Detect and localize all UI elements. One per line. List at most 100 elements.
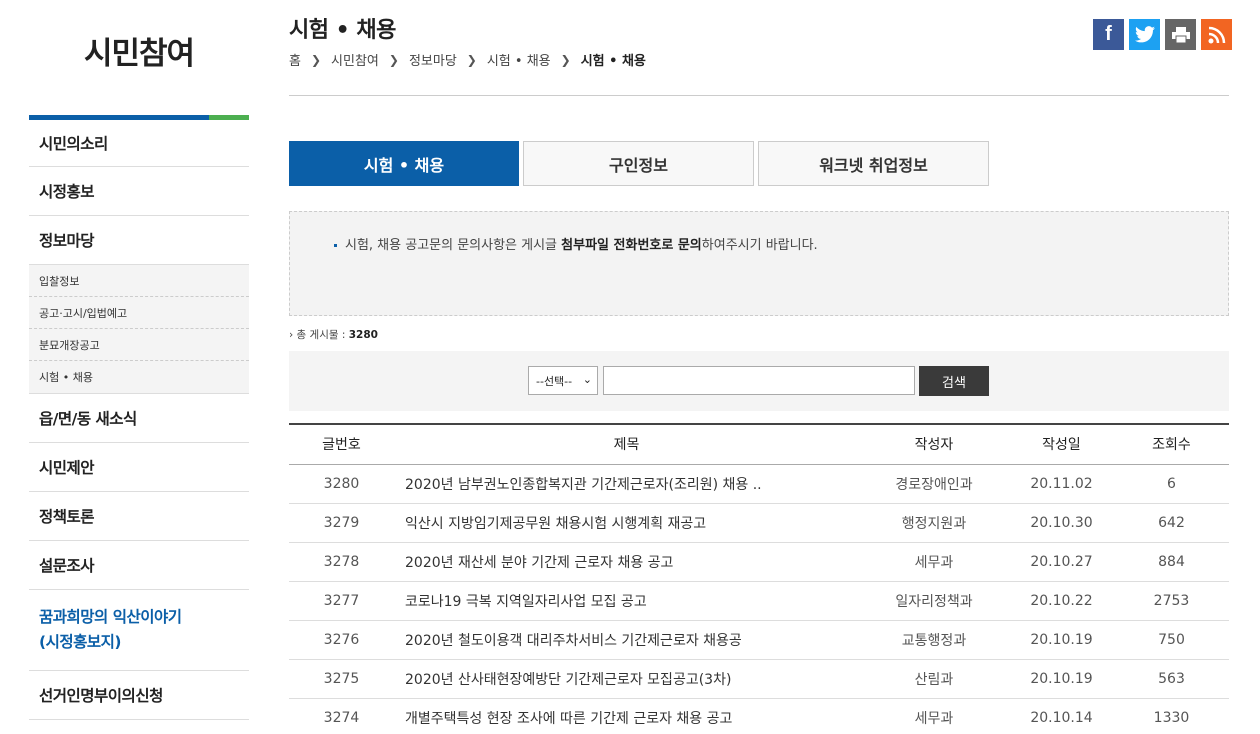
table-header-row: 글번호 제목 작성자 작성일 조회수 bbox=[289, 424, 1229, 464]
sidebar-subitem-recruit[interactable]: 시험 • 채용 bbox=[29, 361, 249, 393]
sidebar-item-survey[interactable]: 설문조사 bbox=[29, 541, 249, 590]
chevron-right-icon: ❯ bbox=[310, 52, 322, 67]
cell-views: 884 bbox=[1158, 553, 1185, 570]
table-row: 3276 2020년 철도이용객 대리주차서비스 기간제근로자 채용공 교통행정… bbox=[289, 620, 1229, 659]
sidebar-item-city-pr[interactable]: 시정홍보 bbox=[29, 167, 249, 216]
cell-title-link[interactable]: 2020년 재산세 분야 기간제 근로자 채용 공고 bbox=[394, 542, 859, 581]
cell-title-link[interactable]: 2020년 산사태현장예방단 기간제근로자 모집공고(3차) bbox=[394, 659, 859, 698]
sidebar-item-citizen-voice[interactable]: 시민의소리 bbox=[29, 120, 249, 167]
column-header-views: 조회수 bbox=[1152, 437, 1191, 454]
rss-icon[interactable] bbox=[1201, 19, 1232, 50]
chevron-right-icon: ❯ bbox=[466, 52, 477, 67]
cell-title-link[interactable]: 코로나19 극복 지역일자리사업 모집 공고 bbox=[394, 581, 859, 620]
sidebar-item-debate[interactable]: 정책토론 bbox=[29, 492, 249, 541]
page-title: 시험 • 채용 bbox=[289, 18, 396, 43]
sidebar-title: 시민참여 bbox=[83, 36, 195, 72]
notice-suffix: 하여주시기 바랍니다. bbox=[701, 238, 818, 253]
cell-author: 교통행정과 bbox=[901, 632, 967, 649]
cell-author: 세무과 bbox=[914, 710, 954, 727]
cell-author: 일자리정책과 bbox=[895, 593, 973, 610]
breadcrumb-citizen[interactable]: 시민참여 bbox=[331, 50, 379, 69]
table-row: 3280 2020년 남부권노인종합복지관 기간제근로자(조리원) 채용 .. … bbox=[289, 464, 1229, 503]
facebook-icon[interactable]: f bbox=[1093, 19, 1124, 50]
cell-author: 행정지원과 bbox=[901, 515, 967, 532]
cell-date: 20.10.22 bbox=[1030, 592, 1093, 609]
cell-title-link[interactable]: 개별주택특성 현장 조사에 따른 기간제 근로자 채용 공고 bbox=[394, 698, 859, 734]
chevron-down-icon: ⌄ bbox=[582, 373, 592, 386]
notice-bold: 첨부파일 전화번호로 문의 bbox=[561, 238, 702, 253]
breadcrumb-info[interactable]: 정보마당 bbox=[409, 50, 457, 69]
cell-views: 1330 bbox=[1153, 709, 1190, 726]
cell-no: 3277 bbox=[323, 592, 360, 609]
sidebar-title-bar bbox=[29, 115, 249, 120]
cell-views: 6 bbox=[1167, 475, 1176, 492]
cell-author: 산림과 bbox=[914, 671, 954, 688]
breadcrumb-current: 시험 • 채용 bbox=[580, 54, 646, 69]
search-input[interactable] bbox=[603, 366, 915, 395]
search-area: --선택-- ⌄ 검색 bbox=[289, 351, 1229, 411]
column-header-author: 작성자 bbox=[914, 437, 954, 454]
sidebar-story-line2: (시정홍보지) bbox=[39, 633, 121, 651]
search-select-value: --선택-- bbox=[536, 374, 573, 388]
total-count: › 총 게시물 : 3280 bbox=[289, 327, 378, 342]
cell-date: 20.10.30 bbox=[1030, 514, 1093, 531]
column-header-date: 작성일 bbox=[1042, 437, 1081, 454]
cell-views: 750 bbox=[1158, 631, 1185, 648]
cell-title-link[interactable]: 익산시 지방임기제공무원 채용시험 시행계획 재공고 bbox=[394, 503, 859, 542]
tab-worknet[interactable]: 워크넷 취업정보 bbox=[758, 141, 989, 186]
sidebar-item-town-news[interactable]: 읍/면/동 새소식 bbox=[29, 394, 249, 443]
bullet-icon bbox=[334, 244, 337, 247]
chevron-right-icon: ❯ bbox=[560, 52, 571, 67]
sidebar-story-line1: 꿈과희망의 익산이야기 bbox=[39, 608, 182, 627]
sidebar-subitem-bid[interactable]: 입찰정보 bbox=[29, 265, 249, 297]
cell-date: 20.10.14 bbox=[1030, 709, 1093, 726]
cell-no: 3279 bbox=[323, 514, 360, 531]
notice-prefix: 시험, 채용 공고문의 문의사항은 게시글 bbox=[345, 238, 562, 253]
sidebar-item-proposal[interactable]: 시민제안 bbox=[29, 443, 249, 492]
twitter-icon[interactable] bbox=[1129, 19, 1160, 50]
cell-no: 3278 bbox=[323, 553, 360, 570]
tab-job-offer[interactable]: 구인정보 bbox=[523, 141, 754, 186]
cell-no: 3280 bbox=[323, 475, 360, 492]
sidebar-item-voter-objection[interactable]: 선거인명부이의신청 bbox=[29, 671, 249, 720]
cell-author: 세무과 bbox=[914, 554, 954, 571]
table-row: 3277 코로나19 극복 지역일자리사업 모집 공고 일자리정책과 20.10… bbox=[289, 581, 1229, 620]
chevron-right-icon: ❯ bbox=[388, 52, 399, 67]
cell-date: 20.10.19 bbox=[1030, 670, 1093, 687]
header-divider bbox=[289, 95, 1229, 96]
table-row: 3274 개별주택특성 현장 조사에 따른 기간제 근로자 채용 공고 세무과 … bbox=[289, 698, 1229, 734]
sidebar-item-info[interactable]: 정보마당 bbox=[29, 216, 249, 265]
column-header-no: 글번호 bbox=[322, 437, 361, 454]
sidebar: 시민참여 시민의소리 시정홍보 정보마당 입찰정보 공고·고시/입법예고 분묘개… bbox=[29, 0, 249, 720]
notice-box: 시험, 채용 공고문의 문의사항은 게시글 첨부파일 전화번호로 문의하여주시기… bbox=[289, 211, 1229, 316]
breadcrumb-home[interactable]: 홈 bbox=[289, 50, 301, 69]
cell-no: 3275 bbox=[323, 670, 360, 687]
table-row: 3279 익산시 지방임기제공무원 채용시험 시행계획 재공고 행정지원과 20… bbox=[289, 503, 1229, 542]
sidebar-subitem-notice[interactable]: 공고·고시/입법예고 bbox=[29, 297, 249, 329]
share-buttons: f bbox=[1093, 19, 1232, 50]
cell-no: 3276 bbox=[323, 631, 360, 648]
print-icon[interactable] bbox=[1165, 19, 1196, 50]
cell-title-link[interactable]: 2020년 남부권노인종합복지관 기간제근로자(조리원) 채용 .. bbox=[394, 464, 859, 503]
cell-no: 3274 bbox=[323, 709, 360, 726]
cell-views: 642 bbox=[1158, 514, 1185, 531]
sidebar-subitem-grave[interactable]: 분묘개장공고 bbox=[29, 329, 249, 361]
cell-views: 563 bbox=[1158, 670, 1185, 687]
tab-exam-recruit[interactable]: 시험 • 채용 bbox=[289, 141, 519, 186]
sidebar-item-story[interactable]: 꿈과희망의 익산이야기 (시정홍보지) bbox=[29, 590, 249, 671]
search-category-select[interactable]: --선택-- ⌄ bbox=[528, 366, 598, 395]
column-header-title: 제목 bbox=[613, 437, 640, 454]
cell-title-link[interactable]: 2020년 철도이용객 대리주차서비스 기간제근로자 채용공 bbox=[394, 620, 859, 659]
board-table: 글번호 제목 작성자 작성일 조회수 3280 2020년 남부권노인종합복지관… bbox=[289, 423, 1229, 734]
search-button[interactable]: 검색 bbox=[919, 366, 989, 396]
cell-author: 경로장애인과 bbox=[895, 476, 973, 493]
table-row: 3278 2020년 재산세 분야 기간제 근로자 채용 공고 세무과 20.1… bbox=[289, 542, 1229, 581]
total-label: › 총 게시물 : bbox=[289, 329, 349, 341]
cell-date: 20.11.02 bbox=[1030, 475, 1093, 492]
sidebar-submenu: 입찰정보 공고·고시/입법예고 분묘개장공고 시험 • 채용 bbox=[29, 265, 249, 394]
total-number: 3280 bbox=[348, 329, 378, 341]
breadcrumb-recruit[interactable]: 시험 • 채용 bbox=[487, 50, 551, 69]
breadcrumb: 홈 ❯ 시민참여 ❯ 정보마당 ❯ 시험 • 채용 ❯ 시험 • 채용 bbox=[289, 50, 646, 70]
table-row: 3275 2020년 산사태현장예방단 기간제근로자 모집공고(3차) 산림과 … bbox=[289, 659, 1229, 698]
cell-date: 20.10.19 bbox=[1030, 631, 1093, 648]
